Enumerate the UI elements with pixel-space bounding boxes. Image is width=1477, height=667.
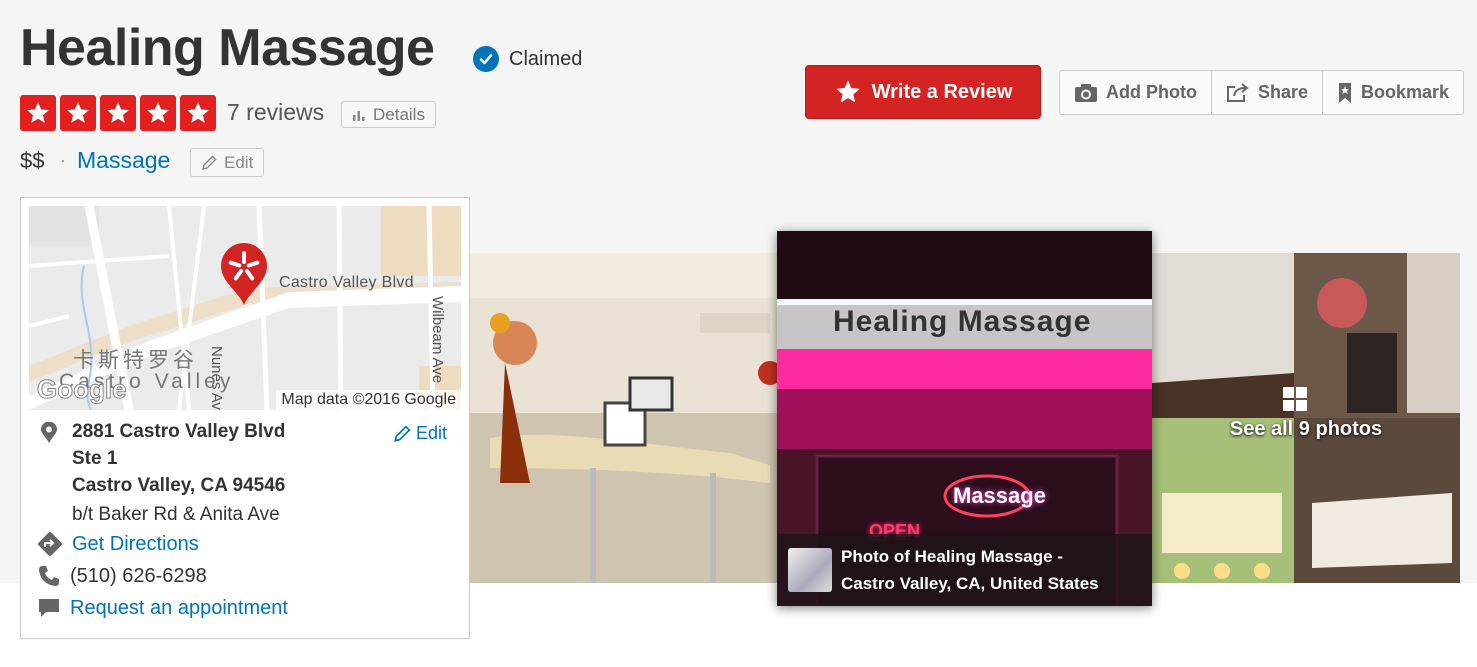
address-line-3: Castro Valley, CA 94546 [72,475,286,496]
edit-label: Edit [224,152,254,172]
edit-category-button[interactable]: Edit [190,148,265,177]
photo-interior-reception[interactable] [470,253,780,583]
address-line-1: 2881 Castro Valley Blvd [72,421,286,442]
cross-streets: b/t Baker Rd & Anita Ave [72,504,280,525]
directions-icon [38,532,62,556]
map-credit: Map data ©2016 Google [276,390,461,410]
edit-address-label: Edit [416,423,448,443]
storefront-sign-text: Healing Massage [833,305,1092,338]
map-pin-icon[interactable] [219,242,269,311]
share-label: Share [1257,82,1309,102]
bookmark-label: Bookmark [1361,82,1450,102]
get-directions-row[interactable]: Get Directions [37,531,199,557]
edit-address-button[interactable]: Edit [393,423,447,444]
uploader-avatar[interactable] [788,548,832,592]
caption-line-2: Castro Valley, CA, United States [841,574,1099,593]
photo-caption: Photo of Healing Massage - Castro Valley… [777,534,1152,606]
map[interactable]: Castro Valley Blvd Nunes Ave Wilbeam Ave… [29,206,461,410]
bookmark-icon [1339,82,1352,103]
add-photo-button[interactable]: Add Photo [1060,71,1212,114]
star-rating [20,95,216,131]
star-icon [140,95,176,131]
category-link[interactable]: Massage [77,147,170,174]
claimed-label: Claimed [509,47,583,70]
write-review-button[interactable]: Write a Review [805,65,1041,119]
star-icon [180,95,216,131]
bookmark-button[interactable]: Bookmark [1323,71,1463,114]
star-icon [60,95,96,131]
request-appointment-row[interactable]: Request an appointment [37,596,288,620]
get-directions-link[interactable]: Get Directions [72,533,199,556]
request-appointment-link[interactable]: Request an appointment [70,597,288,620]
share-icon [1226,82,1249,102]
caption-line-1: Photo of Healing Massage - [841,547,1063,566]
photo-strip: See all 9 photos Healing Massage Massage… [470,231,1460,606]
pencil-icon [202,155,217,170]
address-line-2: Ste 1 [72,448,118,469]
chat-bubble-icon [39,599,59,617]
details-button[interactable]: Details [341,101,436,128]
share-button[interactable]: Share [1212,71,1324,114]
separator-dot: · [60,150,66,170]
map-marker-icon [40,421,58,449]
location-card: Castro Valley Blvd Nunes Ave Wilbeam Ave… [20,197,470,639]
claimed-indicator[interactable]: Claimed [473,46,582,72]
review-count[interactable]: 7 reviews [227,99,324,126]
business-name: Healing Massage [20,19,435,77]
grid-icon [1283,387,1307,411]
see-all-photos-link[interactable]: See all 9 photos [1152,418,1460,441]
add-photo-label: Add Photo [1106,82,1197,102]
action-button-group: Add Photo Share Bookmark [1059,70,1465,115]
details-label: Details [373,104,425,124]
phone-icon [39,566,59,586]
star-icon [100,95,136,131]
write-review-label: Write a Review [871,80,1013,103]
photo-storefront-sign[interactable]: Healing Massage Massage OPEN Photo of He… [777,231,1152,606]
phone-number: (510) 626-6298 [70,564,207,587]
google-logo: Google [37,374,128,405]
bar-chart-icon [353,110,365,121]
price-range: $$ [20,148,45,173]
neon-massage-text: Massage [953,483,1046,508]
phone-row: (510) 626-6298 [37,564,207,588]
star-icon [20,95,56,131]
map-street-castro-valley: Castro Valley Blvd [279,274,414,291]
pencil-icon [394,424,411,442]
star-icon [835,80,860,103]
verified-check-icon [473,46,499,72]
camera-icon [1075,83,1097,102]
photo-treatment-rooms[interactable]: See all 9 photos [1152,253,1460,583]
map-street-wilbeam: Wilbeam Ave [429,296,446,384]
